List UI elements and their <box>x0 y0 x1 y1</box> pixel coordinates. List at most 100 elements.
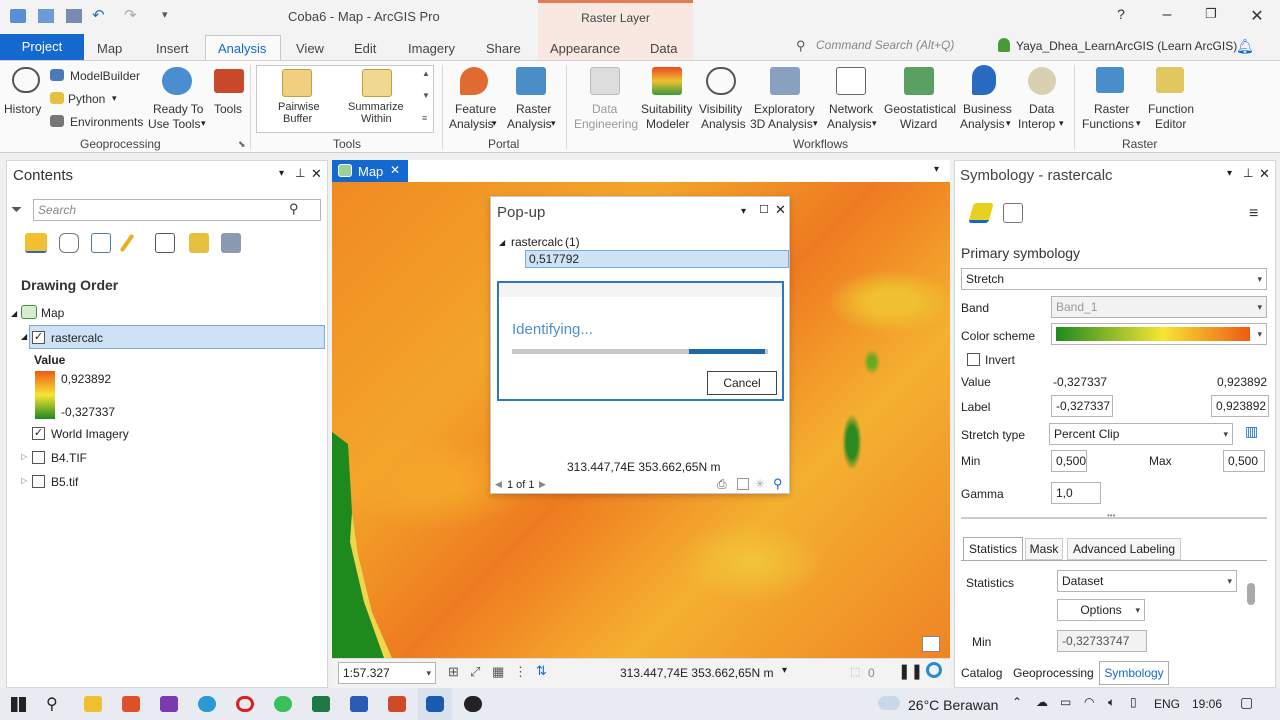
expand-b4-icon[interactable]: ▷ <box>21 452 27 461</box>
tab-advanced-labeling[interactable]: Advanced Labeling <box>1067 538 1181 560</box>
max-input[interactable]: 0,500 <box>1223 450 1265 472</box>
scale-combo[interactable]: 1:57.327 ▾ <box>338 662 436 684</box>
gallery-scroll-up-icon[interactable]: ▲ <box>422 69 430 78</box>
powerpoint-icon[interactable] <box>388 696 406 712</box>
list-by-drawing-order-icon[interactable] <box>25 233 47 253</box>
grid-icon[interactable]: ▦ <box>492 664 504 680</box>
environments-button[interactable]: Environments <box>70 115 143 129</box>
invert-checkbox[interactable] <box>967 353 980 366</box>
visibility-analysis-line1[interactable]: Visibility <box>699 102 742 116</box>
business-analysis-line1[interactable]: Business <box>963 102 1012 116</box>
export-icon[interactable] <box>737 478 749 490</box>
primary-symbology-icon[interactable] <box>968 203 994 223</box>
raster-functions-line1[interactable]: Raster <box>1094 102 1129 116</box>
restore-button[interactable]: ❐ <box>1200 6 1222 26</box>
popup-collapse-icon[interactable]: ◢ <box>499 238 505 247</box>
close-button[interactable]: ✕ <box>1246 6 1268 26</box>
rastercalc-checkbox[interactable]: ✓ <box>32 331 45 344</box>
exploratory-3d-dropdown-icon[interactable]: ▾ <box>813 118 818 129</box>
tab-share[interactable]: Share <box>486 41 521 56</box>
taskbar-search-icon[interactable]: ⚲ <box>46 694 58 714</box>
geostatistical-line2[interactable]: Wizard <box>900 117 937 131</box>
fixed-zoom-icon[interactable]: ⊞ <box>448 664 459 680</box>
network-analysis-line1[interactable]: Network <box>829 102 873 116</box>
pairwise-buffer-line2[interactable]: Buffer <box>283 112 312 126</box>
refresh-icon[interactable] <box>926 662 942 678</box>
map-node[interactable]: Map <box>41 306 64 320</box>
volume-icon[interactable]: 🔈︎ <box>1108 695 1115 710</box>
b5-checkbox[interactable] <box>32 475 45 488</box>
options-button[interactable]: Options ▾ <box>1057 599 1145 621</box>
office-icon[interactable] <box>122 696 140 712</box>
arcgis-pro-icon[interactable] <box>426 696 444 712</box>
list-by-perspective-icon[interactable] <box>221 233 241 253</box>
cancel-button[interactable]: Cancel <box>707 371 777 395</box>
stretch-type-select[interactable]: Percent Clip ▾ <box>1049 423 1233 445</box>
gallery-scroll-down-icon[interactable]: ▼ <box>422 91 430 100</box>
tab-map[interactable]: Map <box>97 41 122 56</box>
history-button[interactable]: History <box>4 102 41 116</box>
raster-analysis-dropdown-icon[interactable]: ▾ <box>551 118 556 129</box>
save-icon[interactable] <box>66 9 82 23</box>
filter-icon[interactable]: ⏷ <box>11 201 22 218</box>
symbology-options-icon[interactable]: ▾ <box>1227 168 1232 179</box>
function-editor-line1[interactable]: Function <box>1148 102 1194 116</box>
weather-text[interactable]: 26°C Berawan <box>908 697 998 713</box>
popup-next-icon[interactable]: ▶ <box>539 479 546 490</box>
b5-layer[interactable]: B5.tif <box>51 475 78 489</box>
pane-options-icon[interactable]: ▾ <box>279 168 284 179</box>
list-by-labeling-icon[interactable] <box>189 233 209 253</box>
user-name[interactable]: Yaya_Dhea_LearnArcGIS (Learn ArcGIS) <box>1016 39 1237 53</box>
cloud-icon[interactable]: ☁ <box>1036 695 1048 709</box>
list-by-source-icon[interactable] <box>59 233 79 253</box>
exploratory-3d-line1[interactable]: Exploratory <box>754 102 815 116</box>
symbology-close-icon[interactable]: ✕ <box>1259 166 1270 182</box>
opera-icon[interactable] <box>236 696 254 712</box>
language-indicator[interactable]: ENG <box>1154 697 1180 711</box>
statistics-scrollbar[interactable] <box>1247 583 1255 605</box>
zoom-to-icon[interactable]: ⚲ <box>773 476 783 492</box>
modelbuilder-button[interactable]: ModelBuilder <box>70 69 140 83</box>
feature-analysis-line2[interactable]: Analysis <box>449 117 494 131</box>
popup-prev-icon[interactable]: ◀ <box>495 479 502 490</box>
tab-mask[interactable]: Mask <box>1025 538 1063 560</box>
start-icon[interactable] <box>11 697 26 712</box>
explorer-icon[interactable] <box>84 696 102 712</box>
list-by-snapping-icon[interactable] <box>155 233 175 253</box>
function-editor-line2[interactable]: Editor <box>1155 117 1186 131</box>
new-project-icon[interactable] <box>10 9 26 23</box>
contents-search-input[interactable]: Search <box>33 199 321 221</box>
tab-insert[interactable]: Insert <box>156 41 189 56</box>
suitability-modeler-line2[interactable]: Modeler <box>646 117 689 131</box>
notifications-icon[interactable]: ▢ <box>1240 694 1253 711</box>
minimize-button[interactable]: – <box>1156 6 1178 26</box>
map-view-options-icon[interactable]: ▾ <box>934 164 939 175</box>
recorder-icon[interactable] <box>464 696 482 712</box>
geostatistical-line1[interactable]: Geostatistical <box>884 102 956 116</box>
b4-checkbox[interactable] <box>32 451 45 464</box>
search-icon[interactable]: ⚲ <box>289 201 299 217</box>
full-extent-icon[interactable]: ⤢ <box>470 664 480 680</box>
business-analysis-line2[interactable]: Analysis <box>960 117 1005 131</box>
pin-icon[interactable]: ⊥ <box>295 166 305 180</box>
expand-map-icon[interactable]: ◢ <box>11 309 17 318</box>
data-interop-line2[interactable]: Interop <box>1018 117 1055 131</box>
pause-drawing-icon[interactable]: ❚❚ <box>898 662 923 680</box>
feature-analysis-dropdown-icon[interactable]: ▾ <box>492 118 497 129</box>
bottom-tab-catalog[interactable]: Catalog <box>961 666 1002 680</box>
label-min-input[interactable]: -0,327337 <box>1051 395 1113 417</box>
command-search[interactable]: Command Search (Alt+Q) <box>816 38 954 52</box>
tab-statistics[interactable]: Statistics <box>963 537 1023 561</box>
exploratory-3d-line2[interactable]: 3D Analysis <box>750 117 813 131</box>
notification-icon[interactable]: 🔔︎ <box>1236 38 1254 55</box>
tab-view[interactable]: View <box>296 41 324 56</box>
suitability-modeler-line1[interactable]: Suitability <box>641 102 692 116</box>
statistics-select[interactable]: Dataset ▾ <box>1057 570 1237 592</box>
visibility-analysis-line2[interactable]: Analysis <box>701 117 746 131</box>
python-button[interactable]: Python <box>68 92 105 106</box>
network-analysis-line2[interactable]: Analysis <box>827 117 872 131</box>
network-analysis-dropdown-icon[interactable]: ▾ <box>872 118 877 129</box>
tab-analysis[interactable]: Analysis <box>218 41 266 56</box>
expand-b5-icon[interactable]: ▷ <box>21 476 27 485</box>
selected-features-icon[interactable]: ⬚ <box>850 665 860 678</box>
